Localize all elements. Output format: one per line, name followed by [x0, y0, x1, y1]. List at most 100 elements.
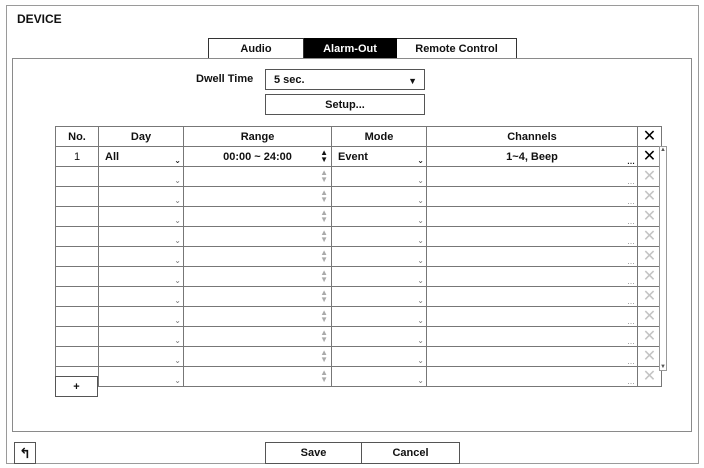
channels-field[interactable]: … — [426, 286, 638, 307]
day-select[interactable]: All ⌄ — [98, 146, 184, 167]
header-range: Range — [183, 126, 332, 147]
chevron-down-icon: ⌄ — [174, 156, 181, 165]
table-scrollbar[interactable]: ▲ ▼ — [659, 146, 667, 371]
row-number — [55, 246, 99, 267]
row-number — [55, 186, 99, 207]
mode-select[interactable]: ⌄ — [331, 166, 427, 187]
day-value: All — [105, 150, 120, 163]
day-select[interactable]: ⌄ — [98, 266, 184, 287]
delete-row-button[interactable]: ✕ — [637, 286, 662, 307]
delete-row-button[interactable]: ✕ — [637, 146, 662, 167]
delete-row-button[interactable]: ✕ — [637, 346, 662, 367]
back-button[interactable]: ↰ — [14, 442, 36, 464]
setup-button[interactable]: Setup... — [265, 94, 425, 115]
channels-field[interactable]: … — [426, 186, 638, 207]
table-row: ⌄ ▲ ▼ ⌄ … ✕ — [55, 226, 662, 247]
add-row-button[interactable]: + — [55, 376, 98, 397]
range-spinner[interactable]: ▲ ▼ — [183, 326, 332, 347]
table-row: ⌄ ▲ ▼ ⌄ … ✕ — [55, 306, 662, 327]
mode-select[interactable]: ⌄ — [331, 286, 427, 307]
day-select[interactable]: ⌄ — [98, 306, 184, 327]
day-select[interactable]: ⌄ — [98, 206, 184, 227]
channels-field[interactable]: 1~4, Beep … — [426, 146, 638, 167]
close-icon: ✕ — [642, 368, 657, 385]
row-number — [55, 326, 99, 347]
range-spinner[interactable]: ▲ ▼ — [183, 366, 332, 387]
chevron-down-icon: ⌄ — [174, 236, 181, 245]
delete-row-button[interactable]: ✕ — [637, 366, 662, 387]
spinner-icon: ▲ ▼ — [320, 168, 328, 184]
channels-field[interactable]: … — [426, 226, 638, 247]
range-spinner[interactable]: 00:00 ~ 24:00 ▲ ▼ — [183, 146, 332, 167]
range-spinner[interactable]: ▲ ▼ — [183, 266, 332, 287]
mode-select[interactable]: Event ⌄ — [331, 146, 427, 167]
chevron-down-icon: ⌄ — [417, 156, 424, 165]
channels-field[interactable]: … — [426, 206, 638, 227]
spinner-icon: ▲ ▼ — [320, 348, 328, 364]
scroll-up-icon[interactable]: ▲ — [660, 147, 666, 153]
channels-field[interactable]: … — [426, 366, 638, 387]
day-select[interactable]: ⌄ — [98, 166, 184, 187]
chevron-down-icon: ⌄ — [417, 336, 424, 345]
range-spinner[interactable]: ▲ ▼ — [183, 186, 332, 207]
delete-row-button[interactable]: ✕ — [637, 266, 662, 287]
delete-row-button[interactable]: ✕ — [637, 166, 662, 187]
row-number — [55, 306, 99, 327]
chevron-down-icon: ⌄ — [174, 336, 181, 345]
range-spinner[interactable]: ▲ ▼ — [183, 226, 332, 247]
channels-field[interactable]: … — [426, 326, 638, 347]
save-button[interactable]: Save — [265, 442, 362, 464]
day-select[interactable]: ⌄ — [98, 366, 184, 387]
delete-row-button[interactable]: ✕ — [637, 226, 662, 247]
mode-select[interactable]: ⌄ — [331, 206, 427, 227]
day-select[interactable]: ⌄ — [98, 346, 184, 367]
mode-select[interactable]: ⌄ — [331, 246, 427, 267]
chevron-down-icon: ⌄ — [174, 376, 181, 385]
dwell-time-select[interactable]: 5 sec. ▼ — [265, 69, 425, 90]
mode-select[interactable]: ⌄ — [331, 326, 427, 347]
mode-select[interactable]: ⌄ — [331, 366, 427, 387]
mode-select[interactable]: ⌄ — [331, 306, 427, 327]
delete-row-button[interactable]: ✕ — [637, 186, 662, 207]
day-select[interactable]: ⌄ — [98, 186, 184, 207]
day-select[interactable]: ⌄ — [98, 226, 184, 247]
mode-select[interactable]: ⌄ — [331, 226, 427, 247]
tab-remote-control[interactable]: Remote Control — [397, 38, 517, 59]
range-spinner[interactable]: ▲ ▼ — [183, 346, 332, 367]
table-row: ⌄ ▲ ▼ ⌄ … ✕ — [55, 246, 662, 267]
range-spinner[interactable]: ▲ ▼ — [183, 286, 332, 307]
chevron-down-icon: ⌄ — [417, 316, 424, 325]
tab-audio[interactable]: Audio — [208, 38, 304, 59]
close-icon: ✕ — [642, 268, 657, 285]
range-spinner[interactable]: ▲ ▼ — [183, 306, 332, 327]
day-select[interactable]: ⌄ — [98, 246, 184, 267]
mode-select[interactable]: ⌄ — [331, 186, 427, 207]
table-row: ⌄ ▲ ▼ ⌄ … ✕ — [55, 366, 662, 387]
tab-alarm-out[interactable]: Alarm-Out — [304, 38, 397, 59]
range-spinner[interactable]: ▲ ▼ — [183, 246, 332, 267]
row-number — [55, 166, 99, 187]
delete-row-button[interactable]: ✕ — [637, 246, 662, 267]
day-select[interactable]: ⌄ — [98, 326, 184, 347]
mode-select[interactable]: ⌄ — [331, 266, 427, 287]
channels-field[interactable]: … — [426, 346, 638, 367]
delete-row-button[interactable]: ✕ — [637, 306, 662, 327]
scroll-down-icon[interactable]: ▼ — [660, 364, 666, 370]
channels-field[interactable]: … — [426, 306, 638, 327]
delete-row-button[interactable]: ✕ — [637, 326, 662, 347]
close-icon: ✕ — [642, 188, 657, 205]
channels-field[interactable]: … — [426, 166, 638, 187]
mode-select[interactable]: ⌄ — [331, 346, 427, 367]
table-row: 1 All ⌄ 00:00 ~ 24:00 ▲ ▼ Event ⌄ 1~4, Be… — [55, 146, 662, 167]
header-mode: Mode — [331, 126, 427, 147]
cancel-button[interactable]: Cancel — [362, 442, 460, 464]
more-icon: … — [627, 317, 635, 326]
day-select[interactable]: ⌄ — [98, 286, 184, 307]
delete-row-button[interactable]: ✕ — [637, 206, 662, 227]
range-spinner[interactable]: ▲ ▼ — [183, 166, 332, 187]
channels-field[interactable]: … — [426, 266, 638, 287]
more-icon: … — [627, 277, 635, 286]
channels-field[interactable]: … — [426, 246, 638, 267]
range-spinner[interactable]: ▲ ▼ — [183, 206, 332, 227]
delete-all-button[interactable]: ✕ — [637, 126, 662, 147]
